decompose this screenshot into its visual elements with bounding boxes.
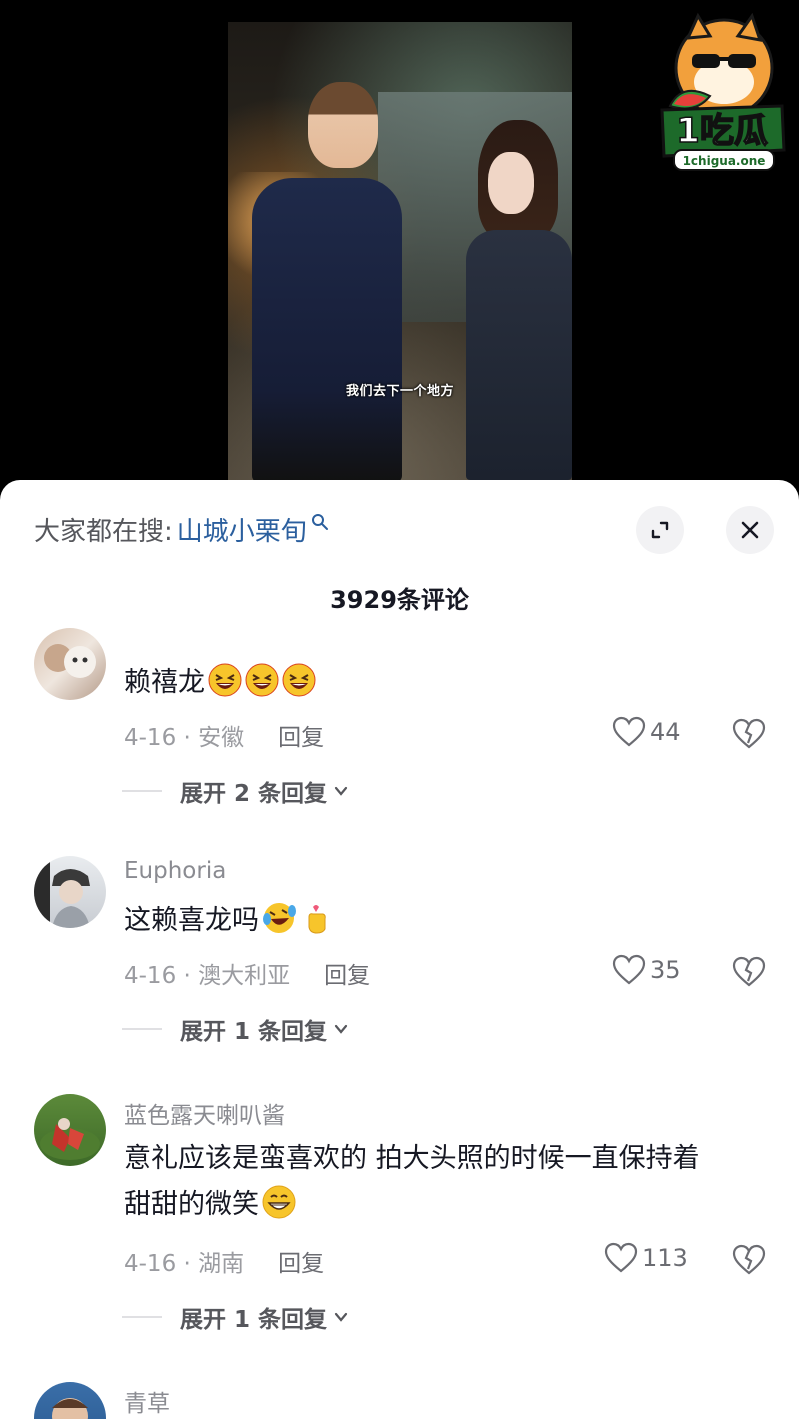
like-count: 44 <box>650 718 681 746</box>
divider-line <box>122 1316 162 1318</box>
woman-face <box>488 152 534 214</box>
like-count: 35 <box>650 956 681 984</box>
expand-sheet-button[interactable] <box>636 506 684 554</box>
watermark-logo: 1吃瓜 1chigua.one <box>660 12 786 171</box>
username[interactable]: 青草 <box>124 1384 170 1418</box>
laughing-emoji-icon <box>245 663 279 697</box>
chevron-down-icon <box>334 1312 348 1322</box>
logo-url-text: 1chigua.one <box>683 154 766 168</box>
expand-replies-label: 展开 1 条回复 <box>180 1307 328 1333</box>
comment-meta: 4-16 · 湖南 回复 <box>124 1244 324 1278</box>
avatar[interactable] <box>34 1094 106 1166</box>
avatar-image <box>52 1398 88 1419</box>
chevron-down-icon <box>334 786 348 796</box>
logo-text: 1吃瓜 <box>676 111 768 151</box>
avatar[interactable] <box>34 628 106 700</box>
comment-sheet: 大家都在搜: 山城小栗旬 3929条评论 赖禧龙 4-16 · 安徽 回复 44… <box>0 480 799 1419</box>
expand-replies-button[interactable]: 展开 2 条回复 <box>122 774 349 808</box>
broken-heart-icon[interactable] <box>732 955 766 989</box>
laughing-emoji-icon <box>282 663 316 697</box>
comment-meta: 4-16 · 澳大利亚 回复 <box>124 956 370 990</box>
chevron-down-icon <box>334 1024 348 1034</box>
like-button[interactable]: 113 <box>604 1242 688 1274</box>
like-button[interactable]: 44 <box>612 716 681 748</box>
heart-icon <box>604 1242 638 1273</box>
heart-icon <box>612 716 646 747</box>
broken-heart-icon[interactable] <box>732 717 766 751</box>
crying-laughing-emoji-icon <box>263 903 296 933</box>
video-frame[interactable]: 我们去下一个地方 <box>228 22 572 480</box>
avatar[interactable] <box>34 1382 106 1419</box>
expand-icon <box>651 521 669 539</box>
broken-heart-icon[interactable] <box>732 1243 766 1277</box>
man-head <box>308 82 378 168</box>
comment-text: 赖禧龙 <box>124 660 774 706</box>
expand-replies-button[interactable]: 展开 1 条回复 <box>122 1012 349 1046</box>
username[interactable]: Euphoria <box>124 858 226 884</box>
woman-body <box>466 230 572 480</box>
reply-button[interactable]: 回复 <box>324 956 370 990</box>
close-button[interactable] <box>726 506 774 554</box>
finger-heart-icon <box>308 905 326 934</box>
reply-button[interactable]: 回复 <box>278 1244 324 1278</box>
date-location: 4-16 · 安徽 <box>124 725 245 751</box>
divider-line <box>122 790 162 792</box>
close-icon <box>741 521 759 539</box>
like-count: 113 <box>642 1244 688 1272</box>
avatar-image <box>40 1118 100 1160</box>
video-subtitle: 我们去下一个地方 <box>345 384 454 399</box>
trending-search[interactable]: 大家都在搜: 山城小栗旬 <box>34 508 329 550</box>
expand-replies-label: 展开 1 条回复 <box>180 1019 328 1045</box>
avatar-image <box>34 856 90 928</box>
reply-button[interactable]: 回复 <box>278 718 324 752</box>
expand-replies-label: 展开 2 条回复 <box>180 781 328 807</box>
avatar-image <box>44 644 96 678</box>
search-icon <box>311 514 328 530</box>
grinning-emoji-icon <box>262 1185 296 1219</box>
man-body <box>252 178 402 480</box>
man-figure <box>250 82 410 480</box>
username[interactable]: 蓝色露天喇叭酱 <box>124 1096 285 1130</box>
laughing-emoji-icon <box>208 663 242 697</box>
comment-text: 这赖喜龙吗 <box>124 898 774 944</box>
divider-line <box>122 1028 162 1030</box>
expand-replies-button[interactable]: 展开 1 条回复 <box>122 1300 349 1334</box>
heart-icon <box>612 954 646 985</box>
comment-count: 3929条评论 <box>330 586 469 614</box>
like-button[interactable]: 35 <box>612 954 681 986</box>
avatar[interactable] <box>34 856 106 928</box>
comment-meta: 4-16 · 安徽 回复 <box>124 718 324 752</box>
woman-figure <box>460 120 572 480</box>
trending-search-term[interactable]: 山城小栗旬 <box>177 511 307 548</box>
comment-text: 意礼应该是蛮喜欢的 拍大头照的时候一直保持着 甜甜的微笑 <box>124 1143 700 1220</box>
trending-search-prefix: 大家都在搜: <box>34 516 173 547</box>
date-location: 4-16 · 澳大利亚 <box>124 963 291 989</box>
date-location: 4-16 · 湖南 <box>124 1251 245 1277</box>
